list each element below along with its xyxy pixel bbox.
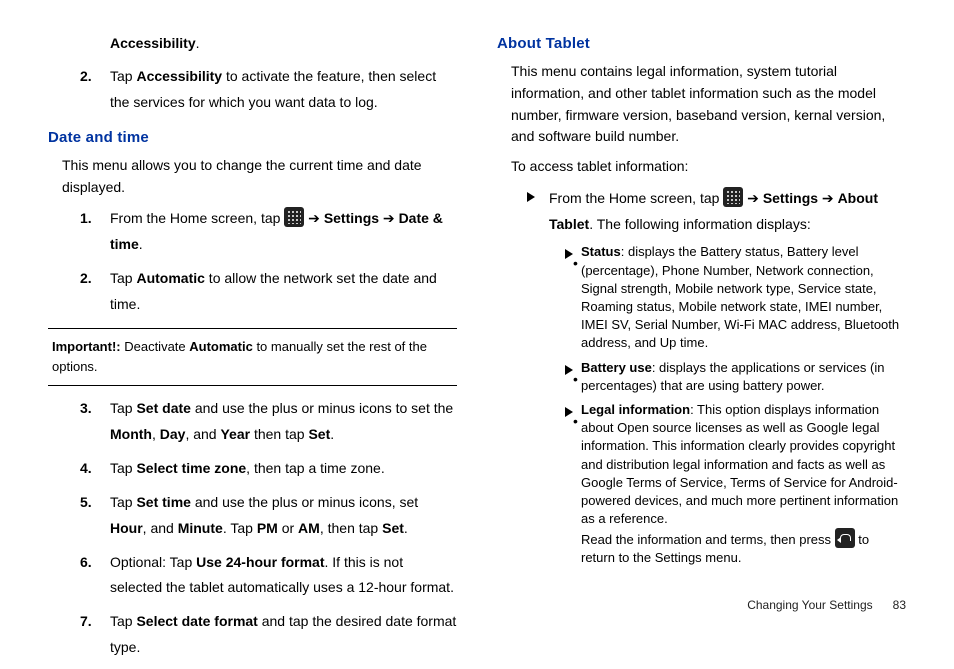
b: Set	[382, 520, 404, 536]
bullet-status: Status: displays the Battery status, Bat…	[565, 243, 906, 352]
t: Tap	[110, 460, 136, 476]
t: Tap	[110, 613, 136, 629]
about-step-1: From the Home screen, tap ➔ Settings ➔ A…	[527, 186, 906, 568]
accessibility-steps: 2. Tap Accessibility to activate the fea…	[88, 64, 457, 116]
b: Legal information	[581, 402, 690, 417]
back-icon	[835, 528, 855, 548]
t: , then tap a time zone.	[246, 460, 385, 476]
b: Set	[308, 426, 330, 442]
date-step-3: 3. Tap Set date and use the plus or minu…	[88, 396, 457, 448]
t: Tap	[110, 494, 136, 510]
t: .	[404, 520, 408, 536]
arrow: ➔	[818, 190, 838, 206]
left-column: Accessibility. 2. Tap Accessibility to a…	[48, 32, 457, 669]
about-steps: From the Home screen, tap ➔ Settings ➔ A…	[527, 186, 906, 568]
date-step-4: 4. Tap Select time zone, then tap a time…	[88, 456, 457, 482]
t: and use the plus or minus icons to set t…	[191, 400, 453, 416]
t: .	[139, 236, 143, 252]
apps-grid-icon	[284, 207, 304, 227]
date-steps-b: 3. Tap Set date and use the plus or minu…	[88, 396, 457, 661]
arrow: ➔	[379, 210, 399, 226]
t: From the Home screen, tap	[549, 190, 723, 206]
t: , and	[185, 426, 220, 442]
bullet-legal: Legal information: This option displays …	[565, 401, 906, 568]
important-note: Important!: Deactivate Automatic to manu…	[48, 328, 457, 386]
b: PM	[257, 520, 278, 536]
step-num: 4.	[80, 456, 92, 482]
date-step-1: 1. From the Home screen, tap ➔ Settings …	[88, 206, 457, 258]
t: .	[330, 426, 334, 442]
t: Optional: Tap	[110, 554, 196, 570]
b: Use 24-hour format	[196, 554, 324, 570]
arrow: ➔	[743, 190, 763, 206]
b: Automatic	[189, 339, 253, 354]
date-steps-a: 1. From the Home screen, tap ➔ Settings …	[88, 206, 457, 318]
b: Status	[581, 244, 621, 259]
step-num: 2.	[80, 64, 92, 90]
date-step-6: 6. Optional: Tap Use 24-hour format. If …	[88, 550, 457, 602]
step-num: 7.	[80, 609, 92, 635]
b: Settings	[763, 190, 818, 206]
t: Tap	[110, 400, 136, 416]
accessibility-line: Accessibility.	[110, 32, 457, 56]
page-columns: Accessibility. 2. Tap Accessibility to a…	[48, 32, 906, 669]
about-intro: This menu contains legal information, sy…	[511, 61, 906, 148]
b: Select date format	[136, 613, 257, 629]
t: . The following information displays:	[589, 216, 811, 232]
footer-chapter: Changing Your Settings	[747, 598, 872, 612]
b: Set time	[136, 494, 190, 510]
b: Set date	[136, 400, 190, 416]
t: Tap	[110, 270, 136, 286]
page-footer: Changing Your Settings 83	[747, 598, 906, 612]
t: Read the information and terms, then pre…	[581, 532, 835, 547]
about-bullets: Status: displays the Battery status, Bat…	[565, 243, 906, 567]
date-time-intro: This menu allows you to change the curre…	[62, 155, 457, 198]
date-step-5: 5. Tap Set time and use the plus or minu…	[88, 490, 457, 542]
b: AM	[298, 520, 320, 536]
right-column: About Tablet This menu contains legal in…	[497, 32, 906, 669]
t: From the Home screen, tap	[110, 210, 284, 226]
b: Month	[110, 426, 152, 442]
date-step-2: 2. Tap Automatic to allow the network se…	[88, 266, 457, 318]
t: ,	[152, 426, 160, 442]
step-num: 3.	[80, 396, 92, 422]
arrow: ➔	[304, 210, 324, 226]
date-step-7: 7. Tap Select date format and tap the de…	[88, 609, 457, 661]
access-line: To access tablet information:	[511, 156, 906, 178]
date-time-heading: Date and time	[48, 126, 457, 149]
b: Automatic	[136, 270, 204, 286]
step-num: 5.	[80, 490, 92, 516]
t: or	[278, 520, 298, 536]
b: Minute	[178, 520, 223, 536]
step-num: 1.	[80, 206, 92, 232]
b: Hour	[110, 520, 143, 536]
b: Accessibility	[136, 68, 222, 84]
apps-grid-icon	[723, 187, 743, 207]
footer-page: 83	[893, 598, 906, 612]
step-num: 2.	[80, 266, 92, 292]
t: : displays the Battery status, Battery l…	[581, 244, 899, 350]
important-label: Important!:	[52, 339, 124, 354]
t: Tap	[110, 68, 136, 84]
t: Deactivate	[124, 339, 189, 354]
b: Day	[160, 426, 186, 442]
step-num: 6.	[80, 550, 92, 576]
accessibility-step-2: 2. Tap Accessibility to activate the fea…	[88, 64, 457, 116]
b: Year	[220, 426, 250, 442]
b: Settings	[324, 210, 379, 226]
t: , and	[143, 520, 178, 536]
accessibility-dot: .	[196, 35, 200, 51]
t: . Tap	[223, 520, 257, 536]
t: and use the plus or minus icons, set	[191, 494, 418, 510]
about-tablet-heading: About Tablet	[497, 32, 906, 55]
t: then tap	[250, 426, 308, 442]
accessibility-bold: Accessibility	[110, 35, 196, 51]
b: Select time zone	[136, 460, 246, 476]
bullet-battery: Battery use: displays the applications o…	[565, 359, 906, 395]
t: , then tap	[320, 520, 382, 536]
b: Battery use	[581, 360, 652, 375]
t: : This option displays information about…	[581, 402, 898, 526]
